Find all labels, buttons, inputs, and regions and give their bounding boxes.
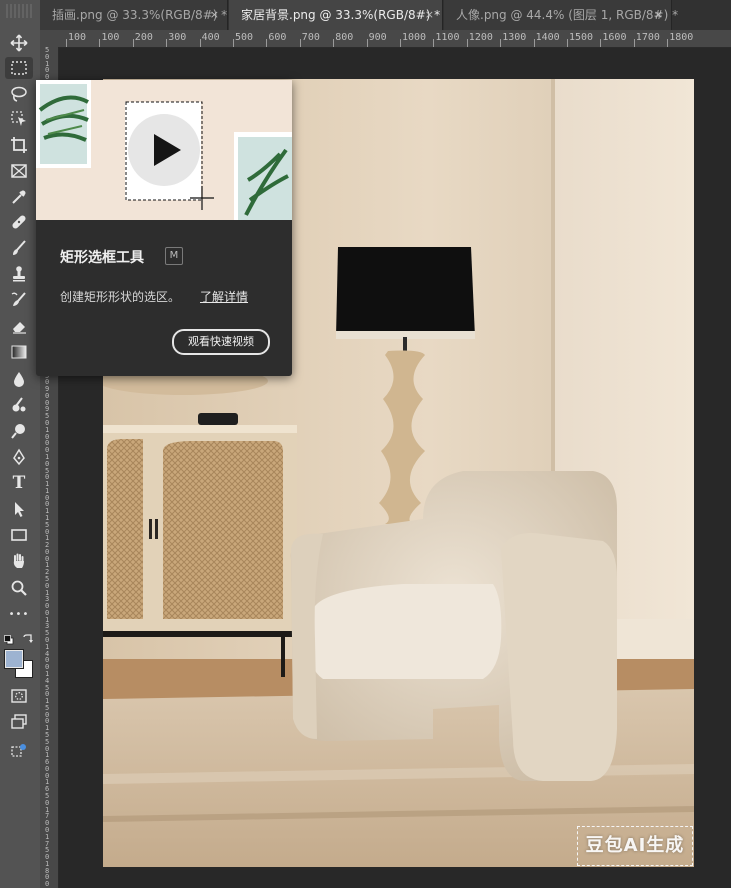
tab-label: 人像.png @ 44.4% (图层 1, RGB/8#) * xyxy=(456,8,679,22)
ruler-label: 1100 xyxy=(435,32,460,43)
ruler-tick xyxy=(633,39,635,47)
more-tools-icon[interactable]: ••• xyxy=(5,603,33,625)
ruler-tick xyxy=(400,39,401,47)
path-selection-tool-icon[interactable] xyxy=(5,498,33,520)
ruler-label: 400 xyxy=(201,32,220,43)
ruler-label: 300 xyxy=(168,32,187,43)
type-tool-icon[interactable]: T xyxy=(5,472,33,494)
ruler-label: 1000 xyxy=(402,32,427,43)
ruler-label: 700 xyxy=(301,32,320,43)
brush-tool-icon[interactable] xyxy=(5,237,33,259)
ruler-label: 1800 xyxy=(669,32,694,43)
tab-home-background[interactable]: 家居背景.png @ 33.3%(RGB/8#) * × xyxy=(229,0,443,30)
ruler-label: 1500 xyxy=(569,32,594,43)
ruler-label: 1200 xyxy=(468,32,493,43)
edit-toolbar-icon[interactable] xyxy=(5,740,33,762)
ruler-tick xyxy=(233,39,234,47)
tab-portrait[interactable]: 人像.png @ 44.4% (图层 1, RGB/8#) * × xyxy=(444,0,678,30)
ruler-tick xyxy=(99,39,101,47)
crop-tool-icon[interactable] xyxy=(5,134,33,156)
tooltip-title: 矩形选框工具 xyxy=(60,250,144,266)
watch-video-button[interactable]: 观看快速视频 xyxy=(172,329,270,355)
close-icon[interactable]: × xyxy=(425,0,434,30)
ruler-origin[interactable] xyxy=(40,30,61,48)
ruler-label: 1400 xyxy=(535,32,560,43)
lasso-tool-icon[interactable] xyxy=(5,83,33,105)
ruler-label: 100 xyxy=(68,32,87,43)
eyedropper-tool-icon[interactable] xyxy=(5,186,33,208)
clone-stamp-tool-icon[interactable] xyxy=(5,263,33,285)
eraser-tool-icon[interactable] xyxy=(5,315,33,337)
ruler-label: 200 xyxy=(134,32,153,43)
ruler-tick xyxy=(466,39,468,47)
document-tabs: 插画.png @ 33.3%(RGB/8#) * × 家居背景.png @ 33… xyxy=(40,0,731,31)
ruler-tick xyxy=(500,39,502,47)
object-selection-tool-icon[interactable] xyxy=(5,108,33,130)
ruler-tick xyxy=(266,39,268,47)
pen-tool-icon[interactable] xyxy=(5,446,33,468)
ruler-label: 800 xyxy=(335,32,354,43)
tab-label: 家居背景.png @ 33.3%(RGB/8#) * xyxy=(241,8,441,22)
learn-more-link[interactable]: 了解详情 xyxy=(200,288,248,305)
ruler-label: 1700 xyxy=(635,32,660,43)
shortcut-badge: M xyxy=(165,247,183,265)
tab-label: 插画.png @ 33.3%(RGB/8#) * xyxy=(52,8,228,22)
preview-illustration xyxy=(36,80,292,220)
color-replacement-icon[interactable] xyxy=(5,394,33,416)
close-icon[interactable]: × xyxy=(210,0,219,30)
ruler-tick xyxy=(433,39,435,47)
ai-watermark: 豆包AI生成 xyxy=(577,826,693,866)
ruler-tick xyxy=(132,39,134,47)
move-tool-icon[interactable] xyxy=(5,32,33,54)
tool-tooltip: 矩形选框工具 M 创建矩形形状的选区。 了解详情 观看快速视频 xyxy=(36,80,292,376)
ruler-tick xyxy=(366,39,368,47)
swap-colors-icon[interactable] xyxy=(22,630,34,643)
default-colors-icon[interactable] xyxy=(4,630,14,645)
blur-tool-icon[interactable] xyxy=(5,368,33,390)
ruler-label: 1300 xyxy=(502,32,527,43)
ruler-tick xyxy=(600,39,602,47)
panel-grip[interactable] xyxy=(6,4,34,18)
close-icon[interactable]: × xyxy=(654,0,663,30)
horizontal-ruler[interactable]: 100 100 200 300 400 500 600 700 800 900 1000 1100 12… xyxy=(60,30,731,48)
ruler-label: 1600 xyxy=(602,32,627,43)
gradient-tool-icon[interactable] xyxy=(5,341,33,363)
tooltip-description: 创建矩形形状的选区。 xyxy=(60,290,181,304)
tooltip-preview[interactable] xyxy=(36,80,292,220)
ruler-tick xyxy=(567,39,568,47)
frame-tool-icon[interactable] xyxy=(5,160,33,182)
ruler-tick xyxy=(299,39,301,47)
rectangular-marquee-tool-icon[interactable] xyxy=(5,57,33,79)
history-brush-icon[interactable] xyxy=(5,289,33,311)
ruler-label: 0 xyxy=(45,880,50,888)
spot-healing-brush-icon[interactable] xyxy=(5,211,33,233)
dodge-tool-icon[interactable] xyxy=(5,420,33,442)
quick-mask-icon[interactable] xyxy=(5,685,33,707)
ruler-tick xyxy=(667,39,669,47)
ruler-tick xyxy=(533,39,535,47)
ruler-tick xyxy=(333,39,335,47)
zoom-tool-icon[interactable] xyxy=(5,577,33,599)
rectangle-tool-icon[interactable] xyxy=(5,524,33,546)
ruler-tick xyxy=(199,39,201,47)
ruler-label: 500 xyxy=(235,32,254,43)
tools-panel: T ••• xyxy=(0,0,41,888)
screen-mode-icon[interactable] xyxy=(5,711,33,733)
tab-illustration[interactable]: 插画.png @ 33.3%(RGB/8#) * × xyxy=(40,0,228,30)
foreground-color-swatch[interactable] xyxy=(5,650,23,668)
ruler-label: 900 xyxy=(368,32,387,43)
ruler-label: 600 xyxy=(268,32,287,43)
hand-tool-icon[interactable] xyxy=(5,550,33,572)
ruler-tick xyxy=(166,39,168,47)
ruler-label: 100 xyxy=(101,32,120,43)
ruler-tick xyxy=(66,39,67,47)
